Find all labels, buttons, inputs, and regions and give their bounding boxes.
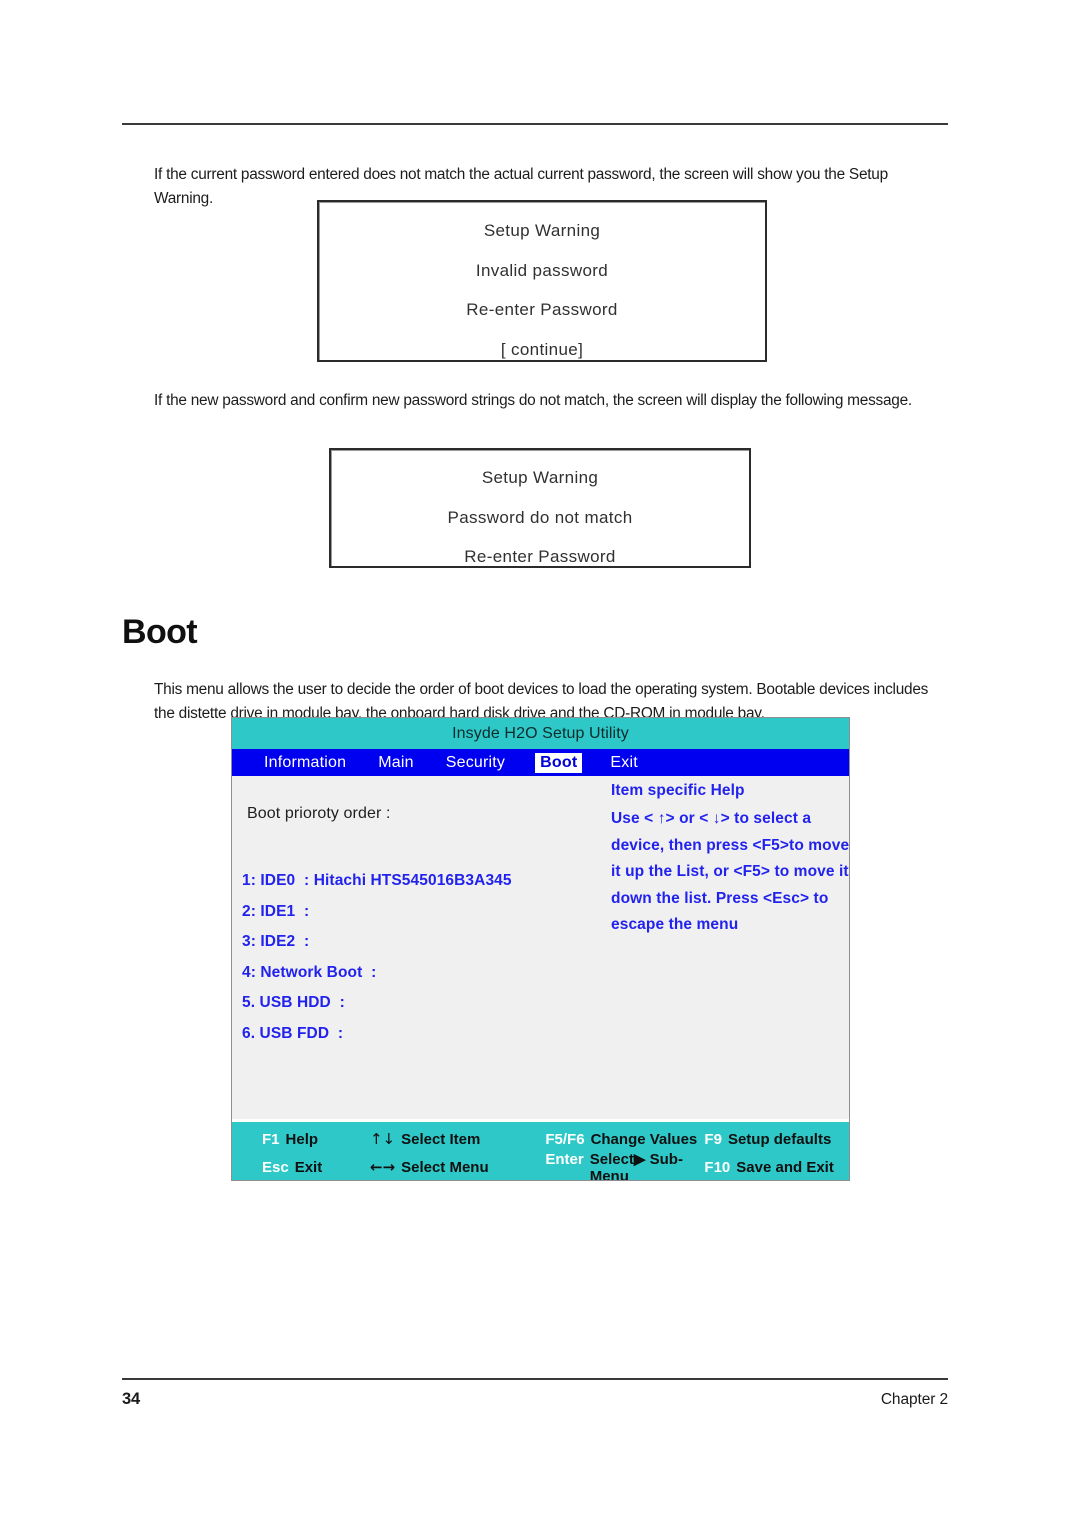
dialog1-instruction: Re-enter Password	[466, 300, 618, 319]
page-title: Boot	[122, 613, 198, 651]
boot-priority-order-label: Boot prioroty order :	[247, 805, 391, 822]
dialog2-instruction: Re-enter Password	[464, 547, 616, 566]
help-panel-text: Use < ↑> or < ↓> to select a device, the…	[609, 806, 850, 939]
fkey-f10-save-and-exit[interactable]: F10 Save and Exit	[704, 1159, 849, 1176]
fkey-label: F10	[704, 1158, 731, 1176]
bios-title: Insyde H2O Setup Utility	[452, 724, 629, 742]
left-right-arrow-icon: ←→	[369, 1158, 396, 1176]
help-line: it up the List, or <F5> to move it	[611, 863, 849, 880]
setup-warning-dialog-invalid-password: Setup Warning Invalid password Re-enter …	[317, 200, 767, 362]
up-down-arrow-icon: ↑↓	[369, 1130, 396, 1148]
fkey-desc: Save and Exit	[736, 1158, 834, 1176]
dialog2-title: Setup Warning	[481, 468, 599, 487]
tab-security[interactable]: Security	[444, 753, 507, 773]
help-line: escape the menu	[611, 916, 739, 933]
fkey-f1-help[interactable]: F1 Help	[262, 1131, 370, 1148]
bios-titlebar: Insyde H2O Setup Utility	[232, 718, 849, 749]
help-line: device, then press <F5>to move	[611, 836, 850, 854]
fkey-label: F9	[704, 1130, 722, 1148]
fkey-label: F5/F6	[545, 1130, 585, 1148]
function-key-row-1: F1 Help ↑↓ Select Item F5/F6 Change Valu…	[232, 1125, 849, 1153]
boot-priority-list: 1: IDE0 : Hitachi HTS545016B3A345 2: IDE…	[242, 866, 602, 1049]
setup-warning-dialog-password-mismatch: Setup Warning Password do not match Re-e…	[329, 448, 751, 568]
fkey-desc: Setup defaults	[727, 1130, 832, 1148]
fkey-f5f6-change-values[interactable]: F5/F6 Change Values	[545, 1131, 704, 1148]
fkey-desc: Select▶ Sub-Menu	[589, 1150, 683, 1181]
boot-list-item[interactable]: 1: IDE0 : Hitachi HTS545016B3A345	[242, 866, 602, 897]
fkey-desc: Select Menu	[401, 1159, 489, 1176]
function-key-row-2: Esc Exit ←→ Select Menu Enter Select▶ Su…	[232, 1150, 849, 1181]
paragraph-new-password-mismatch: If the new password and confirm new pass…	[154, 392, 912, 410]
fkey-label: F1	[262, 1130, 280, 1148]
boot-list-item[interactable]: 5. USB HDD :	[242, 988, 602, 1019]
boot-list-item[interactable]: 2: IDE1 :	[242, 897, 602, 928]
boot-list-item[interactable]: 4: Network Boot :	[242, 958, 602, 989]
fkey-desc: Select Item	[401, 1131, 481, 1148]
chapter-label: Chapter 2	[880, 1391, 948, 1408]
bios-function-key-bar: F1 Help ↑↓ Select Item F5/F6 Change Valu…	[232, 1119, 849, 1181]
fkey-esc-exit[interactable]: Esc Exit	[262, 1159, 370, 1176]
dialog1-message: Invalid password	[475, 260, 609, 280]
bios-content-area: Boot prioroty order : 1: IDE0 : Hitachi …	[232, 776, 849, 1119]
fkey-updown-select-item[interactable]: ↑↓ Select Item	[370, 1130, 545, 1148]
dialog1-title: Setup Warning	[483, 221, 601, 240]
header-rule	[122, 123, 948, 125]
bios-menubar: Information Main Security Boot Exit	[232, 749, 849, 776]
footer-rule	[122, 1378, 948, 1380]
bios-setup-screenshot: Insyde H2O Setup Utility Information Mai…	[231, 717, 850, 1181]
tab-information[interactable]: Information	[262, 753, 348, 773]
fkey-enter-select-submenu[interactable]: Enter Select▶ Sub-Menu	[545, 1150, 704, 1181]
item-specific-help-panel: Item specific Help Use < ↑> or < ↓> to s…	[609, 776, 849, 939]
tab-main[interactable]: Main	[376, 753, 415, 773]
fkey-label: Enter	[545, 1150, 584, 1168]
fkey-desc: Exit	[294, 1158, 323, 1176]
fkey-leftright-select-menu[interactable]: ←→ Select Menu	[370, 1158, 545, 1176]
help-line: down the list. Press <Esc> to	[611, 889, 829, 907]
help-panel-title: Item specific Help	[611, 782, 745, 799]
boot-list-item[interactable]: 3: IDE2 :	[242, 927, 602, 958]
tab-exit[interactable]: Exit	[608, 753, 639, 773]
dialog2-message: Password do not match	[447, 507, 633, 527]
page-number: 34	[122, 1390, 140, 1408]
fkey-desc: Help	[285, 1130, 319, 1148]
fkey-f9-setup-defaults[interactable]: F9 Setup defaults	[704, 1131, 849, 1148]
tab-boot[interactable]: Boot	[534, 751, 584, 774]
dialog1-continue-button[interactable]: [ continue]	[319, 330, 765, 370]
help-line: Use < ↑> or < ↓> to select a	[611, 810, 812, 827]
fkey-desc: Change Values	[590, 1130, 698, 1148]
boot-list-item[interactable]: 6. USB FDD :	[242, 1019, 602, 1050]
fkey-label: Esc	[262, 1158, 289, 1176]
